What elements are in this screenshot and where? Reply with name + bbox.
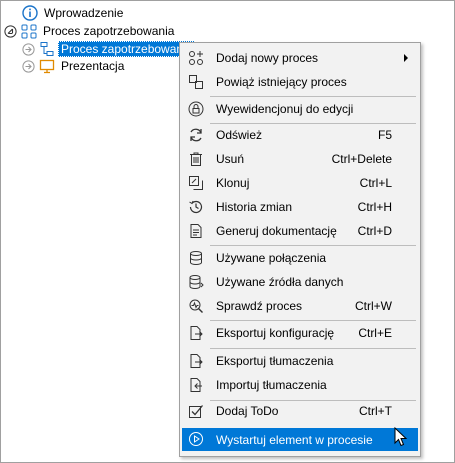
- menu-item-clone[interactable]: Klonuj Ctrl+L: [182, 172, 418, 194]
- lock-icon: [188, 101, 204, 117]
- menu-item-shortcut: Ctrl+L: [359, 176, 392, 190]
- submenu-arrow-icon: [404, 54, 408, 62]
- expand-icon[interactable]: [22, 42, 35, 56]
- menu-item-label: Wyewidencjonuj do edycji: [216, 102, 354, 116]
- menu-item-check-process[interactable]: Sprawdź proces Ctrl+W: [182, 295, 418, 317]
- menu-item-export-translations[interactable]: Eksportuj tłumaczenia: [182, 350, 418, 372]
- window-frame: Wprowadzenie Proces zapotrzebowania Proc…: [0, 0, 455, 463]
- expand-icon[interactable]: [22, 59, 35, 73]
- menu-item-label: Klonuj: [216, 176, 250, 190]
- add-process-icon: [189, 51, 203, 65]
- menu-item-import-translations[interactable]: Importuj tłumaczenia: [182, 374, 418, 396]
- menu-item-label: Sprawdź proces: [216, 299, 303, 313]
- menu-item-label: Eksportuj konfigurację: [216, 326, 335, 340]
- menu-item-export-config[interactable]: Eksportuj konfigurację Ctrl+E: [182, 322, 418, 344]
- menu-item-refresh[interactable]: Odśwież F5: [182, 124, 418, 146]
- menu-item-shortcut: F5: [377, 128, 392, 142]
- menu-item-label: Odśwież: [216, 128, 263, 142]
- document-icon: [190, 224, 202, 238]
- menu-item-shortcut: Ctrl+D: [357, 224, 392, 238]
- menu-separator: [210, 245, 416, 246]
- menu-item-label: Wystartuj element w procesie: [216, 432, 373, 447]
- menu-item-add-process[interactable]: Dodaj nowy proces: [182, 47, 418, 69]
- export-translations-icon: [190, 354, 203, 368]
- menu-item-label: Usuń: [216, 152, 245, 166]
- menu-item-history[interactable]: Historia zmian Ctrl+H: [182, 196, 418, 218]
- tree-item-label: Wprowadzenie: [44, 6, 124, 20]
- link-icon: [189, 75, 203, 89]
- menu-item-label: Używane połączenia: [216, 251, 327, 265]
- tree-item-proces-group[interactable]: Proces zapotrzebowania: [4, 22, 177, 40]
- clone-icon: [189, 176, 203, 190]
- menu-item-label: Generuj dokumentację: [216, 224, 337, 238]
- mouse-cursor-icon: [394, 427, 408, 447]
- tree-item-proces-selected[interactable]: Proces zapotrzebowania: [22, 40, 196, 58]
- tree-item-wprowadzenie[interactable]: Wprowadzenie: [22, 4, 126, 22]
- menu-separator: [210, 348, 416, 349]
- menu-item-add-todo[interactable]: Dodaj ToDo Ctrl+T: [182, 400, 418, 422]
- menu-item-label: Dodaj ToDo: [216, 404, 279, 418]
- tree-item-label: Proces zapotrzebowania: [58, 41, 196, 57]
- refresh-icon: [190, 128, 202, 142]
- menu-item-used-data-sources[interactable]: Używane źródła danych: [182, 271, 418, 293]
- menu-separator: [210, 320, 416, 321]
- tree-item-label: Proces zapotrzebowania: [43, 24, 175, 38]
- export-config-icon: [190, 326, 203, 340]
- menu-item-delete[interactable]: Usuń Ctrl+Delete: [182, 148, 418, 170]
- play-icon: [189, 432, 203, 446]
- menu-item-link-process[interactable]: Powiąż istniejący proces: [182, 71, 418, 93]
- trash-icon: [190, 152, 202, 166]
- menu-item-shortcut: Ctrl+Delete: [331, 152, 392, 166]
- info-icon: [22, 5, 38, 21]
- check-process-icon: [189, 299, 203, 313]
- menu-item-label: Dodaj nowy proces: [216, 51, 319, 65]
- import-translations-icon: [190, 378, 202, 392]
- todo-icon: [189, 405, 203, 418]
- menu-item-shortcut: Ctrl+H: [357, 200, 392, 214]
- menu-item-shortcut: Ctrl+W: [355, 299, 392, 313]
- context-menu: Dodaj nowy proces Powiąż istniejący proc…: [179, 42, 421, 457]
- process-icon: [40, 42, 54, 56]
- history-icon: [189, 200, 203, 214]
- tree-item-prezentacja[interactable]: Prezentacja: [22, 57, 127, 75]
- menu-item-shortcut: Ctrl+T: [359, 404, 392, 418]
- menu-item-start-element[interactable]: Wystartuj element w procesie: [182, 428, 418, 451]
- menu-item-checkout[interactable]: Wyewidencjonuj do edycji: [182, 98, 418, 120]
- menu-item-label: Historia zmian: [216, 200, 293, 214]
- presentation-icon: [39, 59, 55, 74]
- menu-item-label: Powiąż istniejący proces: [216, 75, 347, 89]
- tree-item-label: Prezentacja: [61, 59, 125, 73]
- menu-item-label: Importuj tłumaczenia: [216, 378, 327, 392]
- menu-item-generate-docs[interactable]: Generuj dokumentację Ctrl+D: [182, 220, 418, 242]
- menu-item-label: Eksportuj tłumaczenia: [216, 354, 334, 368]
- process-group-icon: [21, 24, 37, 39]
- data-source-icon: [189, 275, 204, 289]
- menu-item-used-connections[interactable]: Używane połączenia: [182, 247, 418, 269]
- database-icon: [190, 251, 202, 265]
- menu-item-label: Używane źródła danych: [216, 275, 344, 289]
- menu-item-shortcut: Ctrl+E: [358, 326, 392, 340]
- menu-separator: [210, 96, 416, 97]
- collapse-icon[interactable]: [4, 24, 17, 38]
